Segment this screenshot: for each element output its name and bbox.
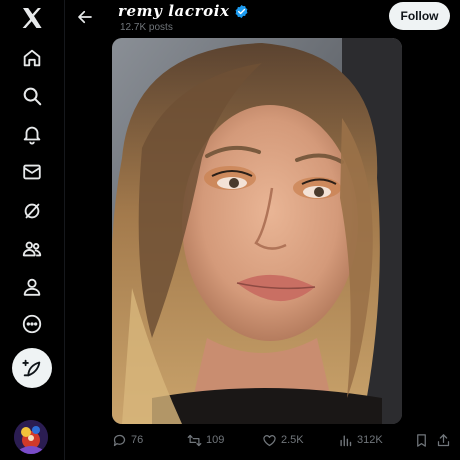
profile-icon[interactable] [14, 269, 50, 305]
views-button[interactable]: 312K [338, 428, 383, 452]
back-button[interactable] [72, 4, 98, 30]
reply-icon [113, 434, 126, 446]
reply-button[interactable]: 76 [112, 428, 143, 452]
app-root: remy lacroix 12.7K posts Follow 76 109 2… [0, 0, 460, 460]
account-avatar[interactable] [14, 420, 48, 454]
bookmark-button[interactable] [414, 428, 433, 452]
like-count: 2.5K [281, 434, 304, 446]
bell-icon[interactable] [14, 116, 50, 152]
display-name[interactable]: remy lacroix [118, 2, 230, 20]
like-button[interactable]: 2.5K [262, 428, 304, 452]
side-nav [0, 0, 64, 460]
view-count: 312K [357, 434, 383, 446]
grok-icon[interactable] [14, 193, 50, 229]
compose-post-icon [22, 359, 41, 377]
heart-icon [263, 434, 276, 446]
mail-icon[interactable] [14, 154, 50, 190]
nav-divider [64, 0, 65, 460]
x-logo-icon[interactable] [14, 0, 50, 36]
share-button[interactable] [436, 428, 455, 452]
post-action-bar: 76 109 2.5K 312K [112, 428, 457, 452]
post-count: 12.7K posts [120, 22, 173, 33]
communities-icon[interactable] [14, 231, 50, 267]
post-media-image[interactable] [112, 38, 402, 424]
repost-count: 109 [206, 434, 225, 446]
verified-badge-icon [235, 4, 247, 18]
share-icon [437, 433, 450, 446]
more-icon[interactable] [14, 306, 50, 342]
home-icon[interactable] [14, 40, 50, 76]
media-side-area [402, 38, 460, 424]
bookmark-icon [417, 433, 426, 447]
search-icon[interactable] [14, 78, 50, 114]
bar-chart-icon [340, 434, 352, 446]
profile-header-name: remy lacroix [118, 2, 249, 20]
compose-post-button[interactable] [12, 348, 52, 388]
repost-icon [187, 434, 202, 446]
arrow-left-icon [78, 10, 92, 24]
repost-button[interactable]: 109 [187, 428, 224, 452]
follow-button[interactable]: Follow [389, 2, 450, 30]
reply-count: 76 [131, 434, 144, 446]
